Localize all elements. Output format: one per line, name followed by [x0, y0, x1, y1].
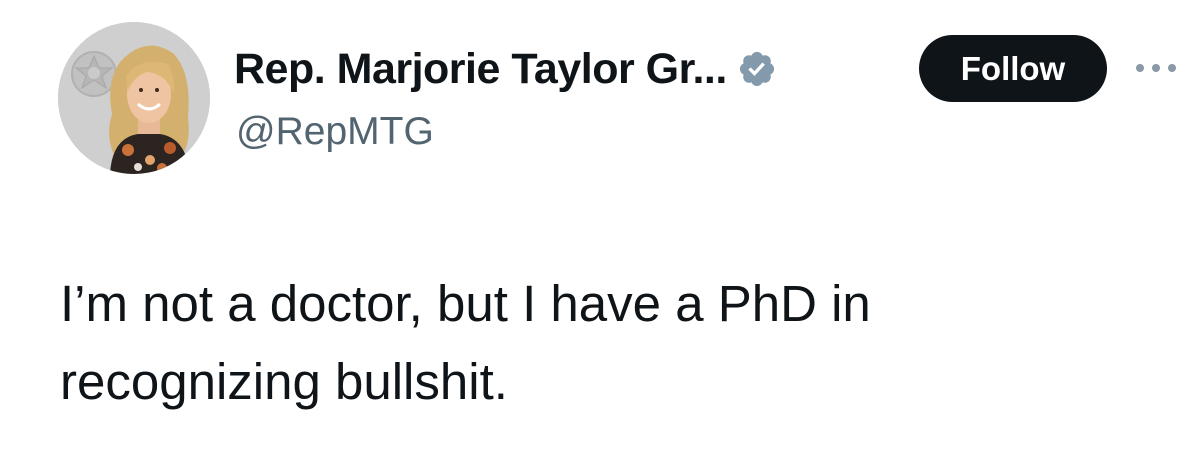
tweet-text-line: recognizing bullshit. — [60, 353, 508, 410]
author-name-row: Rep. Marjorie Taylor Gr... — [234, 44, 777, 94]
more-dots-icon[interactable] — [1136, 56, 1176, 80]
more-dot — [1168, 64, 1176, 72]
seal-icon — [71, 51, 117, 97]
avatar-image — [58, 22, 210, 174]
more-dot — [1136, 64, 1144, 72]
more-dot — [1152, 64, 1160, 72]
author-handle[interactable]: @RepMTG — [236, 110, 434, 154]
tweet-text: I’m not a doctor, but I have a PhD in re… — [60, 265, 1160, 421]
verified-badge-icon[interactable] — [737, 49, 777, 89]
tweet-text-line: I’m not a doctor, but I have a PhD in — [60, 275, 871, 332]
avatar[interactable] — [58, 22, 210, 174]
follow-button[interactable]: Follow — [919, 35, 1107, 102]
author-display-name[interactable]: Rep. Marjorie Taylor Gr... — [234, 45, 727, 94]
